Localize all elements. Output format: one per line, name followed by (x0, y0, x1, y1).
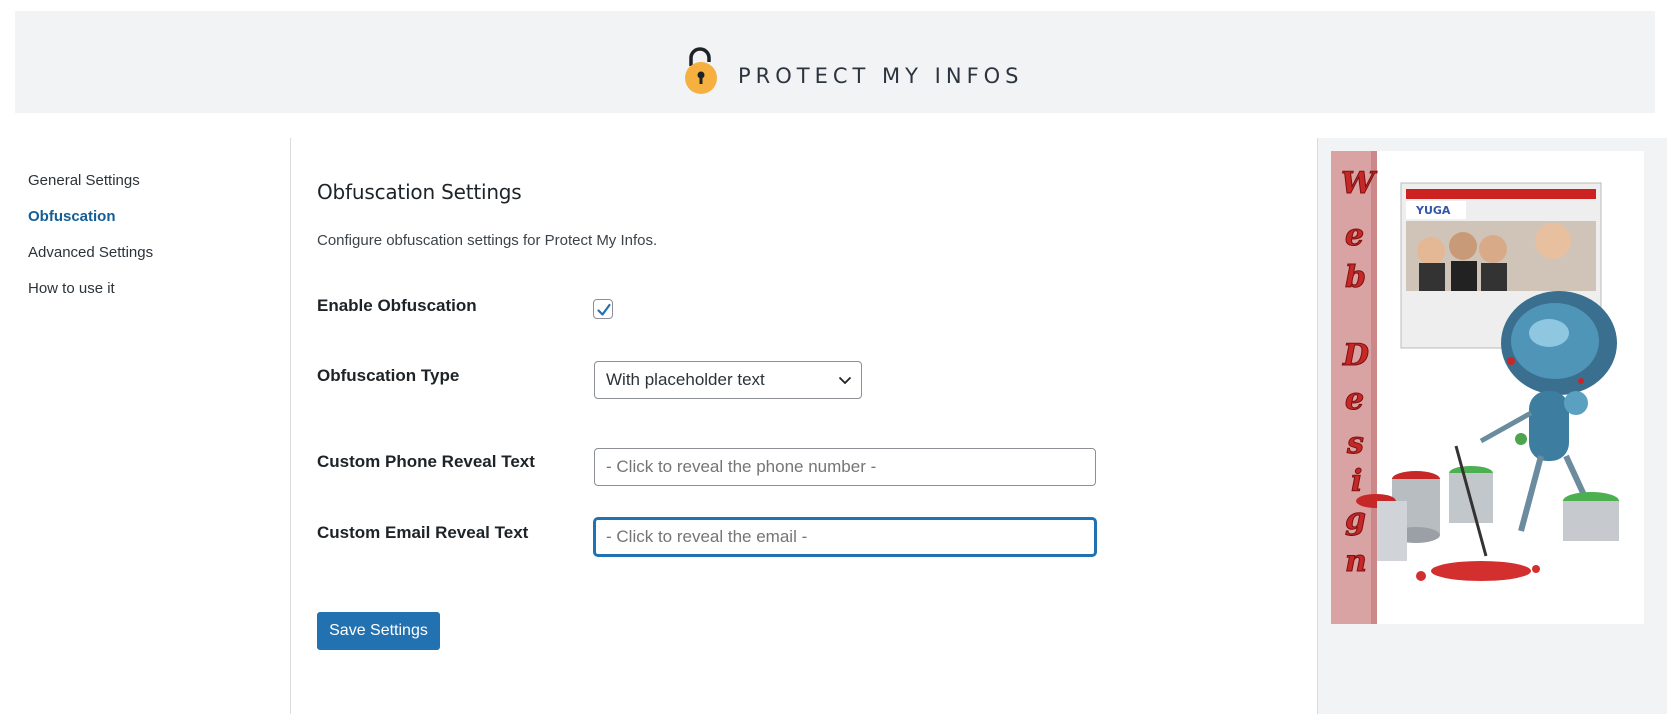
sidebar-item-general-settings[interactable]: General Settings (28, 170, 268, 206)
plugin-header: PROTECT MY INFOS (15, 11, 1655, 113)
page-description: Configure obfuscation settings for Prote… (317, 232, 658, 249)
obfuscation-type-label: Obfuscation Type (317, 366, 460, 385)
chevron-down-icon (838, 376, 852, 385)
logo-text: PROTECT MY INFOS (738, 64, 1024, 88)
save-settings-button[interactable]: Save Settings (317, 612, 440, 650)
svg-text:g: g (1345, 502, 1366, 537)
enable-obfuscation-checkbox[interactable] (593, 299, 613, 319)
email-reveal-input[interactable] (594, 518, 1096, 556)
sidebar-item-obfuscation[interactable]: Obfuscation (28, 206, 268, 242)
svg-text:i: i (1351, 464, 1362, 499)
plugin-logo: PROTECT MY INFOS (682, 46, 1024, 98)
settings-form: Obfuscation Settings Configure obfuscati… (317, 180, 1297, 650)
ad-panel: W e b D e s i g n YUGA (1317, 138, 1667, 714)
padlock-icon (682, 46, 722, 98)
phone-reveal-label: Custom Phone Reveal Text (317, 452, 535, 471)
sidebar-item-advanced-settings[interactable]: Advanced Settings (28, 242, 268, 278)
svg-text:s: s (1346, 426, 1364, 461)
svg-text:b: b (1345, 260, 1366, 295)
yuga-logo-text: YUGA (1415, 204, 1451, 217)
svg-text:W: W (1341, 166, 1378, 201)
sidebar-item-how-to-use[interactable]: How to use it (28, 278, 268, 314)
checkmark-icon (597, 303, 611, 316)
email-reveal-label: Custom Email Reveal Text (317, 523, 529, 542)
svg-text:e: e (1345, 218, 1364, 253)
web-design-ad-image[interactable]: W e b D e s i g n YUGA (1331, 151, 1644, 624)
enable-obfuscation-label: Enable Obfuscation (317, 296, 477, 315)
page-title: Obfuscation Settings (317, 180, 522, 204)
obfuscation-type-select[interactable]: With placeholder text (594, 361, 862, 399)
sidebar-divider (290, 138, 291, 714)
svg-text:e: e (1345, 382, 1364, 417)
settings-sidebar: General Settings Obfuscation Advanced Se… (28, 170, 268, 314)
obfuscation-type-value: With placeholder text (606, 370, 765, 389)
phone-reveal-input[interactable] (594, 448, 1096, 486)
svg-text:D: D (1342, 338, 1369, 373)
svg-text:n: n (1345, 544, 1367, 579)
